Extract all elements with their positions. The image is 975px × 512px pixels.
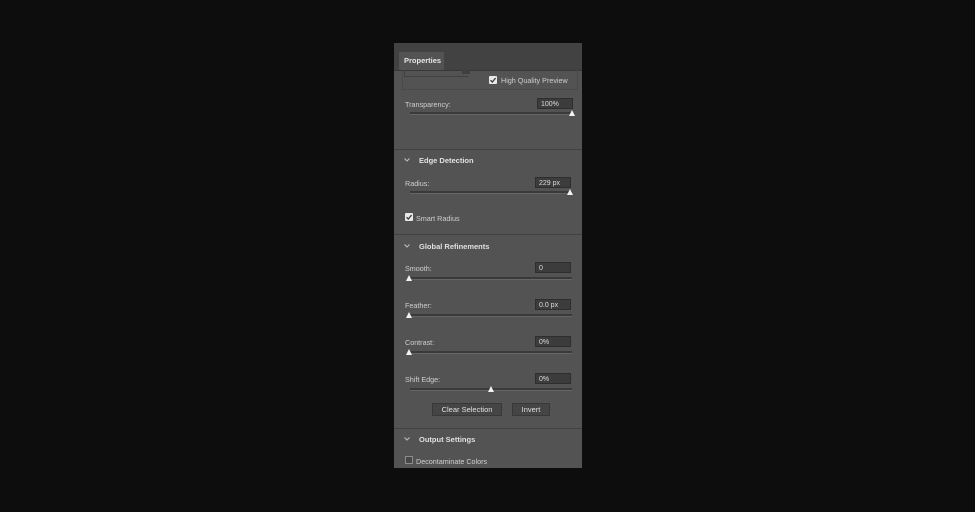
- section-divider: [394, 149, 582, 150]
- smooth-slider-thumb[interactable]: [405, 275, 412, 281]
- decontaminate-colors-checkbox[interactable]: [405, 456, 413, 464]
- clear-selection-button[interactable]: Clear Selection: [432, 403, 502, 416]
- contrast-label: Contrast:: [405, 338, 435, 347]
- properties-panel: Properties High Quality Preview Transpar…: [394, 43, 582, 468]
- radius-slider-thumb[interactable]: [566, 189, 573, 195]
- contrast-input[interactable]: 0%: [535, 336, 571, 347]
- decontaminate-colors-label: Decontaminate Colors: [416, 457, 488, 466]
- shift-edge-slider-thumb[interactable]: [487, 386, 494, 392]
- transparency-slider-track[interactable]: [410, 112, 572, 115]
- feather-slider-thumb[interactable]: [405, 312, 412, 318]
- shift-edge-label: Shift Edge:: [405, 375, 441, 384]
- feather-slider-track[interactable]: [410, 314, 572, 317]
- smart-radius-label: Smart Radius: [416, 214, 460, 223]
- transparency-input[interactable]: 100%: [537, 98, 573, 109]
- smooth-input[interactable]: 0: [535, 262, 571, 273]
- invert-button[interactable]: Invert: [512, 403, 550, 416]
- transparency-slider-thumb[interactable]: [568, 110, 575, 116]
- global-refinements-header[interactable]: Global Refinements: [419, 242, 489, 251]
- contrast-slider-track[interactable]: [410, 351, 572, 354]
- radius-slider-track[interactable]: [410, 191, 572, 194]
- tab-properties[interactable]: Properties: [399, 52, 444, 70]
- smart-radius-checkbox[interactable]: [405, 213, 413, 221]
- checkmark-icon: [490, 77, 497, 83]
- radius-label: Radius:: [405, 179, 430, 188]
- checkmark-icon: [406, 214, 413, 220]
- contrast-slider-thumb[interactable]: [405, 349, 412, 355]
- panel-tab-bar: Properties: [394, 43, 582, 71]
- radius-input[interactable]: 229 px: [535, 177, 571, 188]
- section-divider: [394, 428, 582, 429]
- feather-label: Feather:: [405, 301, 432, 310]
- section-divider: [394, 234, 582, 235]
- edge-detection-header[interactable]: Edge Detection: [419, 156, 474, 165]
- shift-edge-input[interactable]: 0%: [535, 373, 571, 384]
- feather-input[interactable]: 0.0 px: [535, 299, 571, 310]
- chevron-down-icon[interactable]: [402, 434, 412, 444]
- smooth-slider-track[interactable]: [410, 277, 572, 280]
- chevron-down-icon[interactable]: [402, 241, 412, 251]
- transparency-label: Transparency:: [405, 100, 451, 109]
- output-settings-header[interactable]: Output Settings: [419, 435, 475, 444]
- high-quality-preview-checkbox[interactable]: [489, 76, 497, 84]
- chevron-down-icon[interactable]: [402, 155, 412, 165]
- high-quality-preview-label: High Quality Preview: [501, 76, 568, 85]
- smooth-label: Smooth:: [405, 264, 432, 273]
